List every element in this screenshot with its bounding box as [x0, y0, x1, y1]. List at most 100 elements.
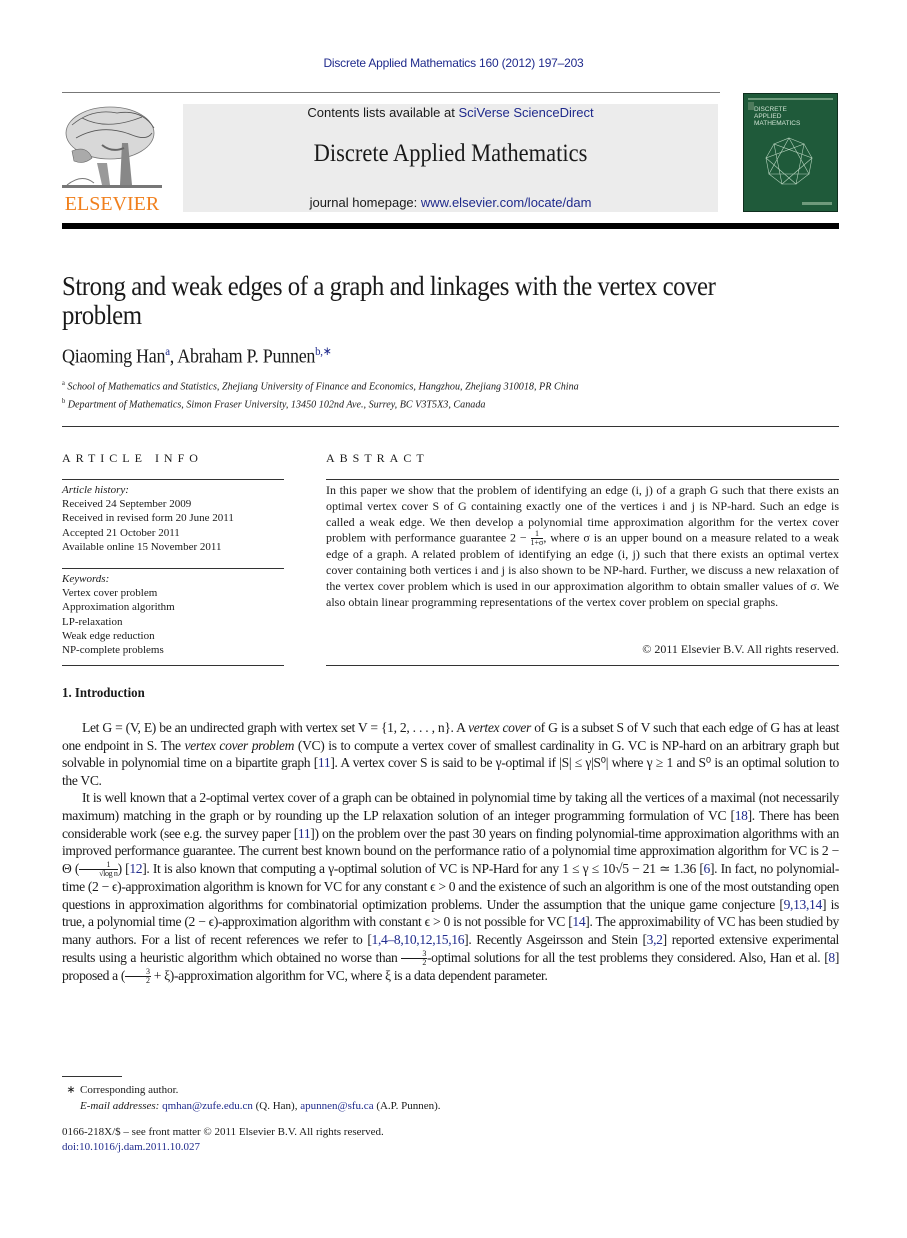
citation-link[interactable]: 3,2	[647, 932, 663, 947]
abstract-bottom-rule	[326, 665, 839, 666]
history-item: Accepted 21 October 2011	[62, 526, 180, 539]
text-run: ]. It is also known that computing a γ-o…	[142, 860, 704, 876]
journal-cover-thumbnail[interactable]: DISCRETE APPLIED MATHEMATICS	[743, 93, 838, 212]
author-list: Qiaoming Hana, Abraham P. Punnenb,∗	[62, 344, 332, 369]
email-link[interactable]: apunnen@sfu.ca	[300, 1100, 373, 1112]
running-head[interactable]: Discrete Applied Mathematics 160 (2012) …	[0, 56, 907, 70]
article-info-bottom-rule	[62, 665, 284, 666]
citation-link[interactable]: 14	[572, 914, 585, 929]
elsevier-tree-icon	[62, 106, 162, 188]
fraction-denominator: √log n	[99, 869, 118, 879]
history-item: Available online 15 November 2011	[62, 540, 222, 553]
three-halves-fraction: 32	[401, 949, 427, 967]
article-info-heading: ARTICLE INFO	[62, 451, 203, 465]
email-link[interactable]: qmhan@zufe.edu.cn	[162, 1100, 253, 1112]
elsevier-wordmark: ELSEVIER	[64, 193, 160, 215]
history-item: Received in revised form 20 June 2011	[62, 512, 234, 525]
keyword-item: Approximation algorithm	[62, 601, 175, 614]
citation-link[interactable]: 11	[318, 755, 331, 770]
keywords: Keywords: Vertex cover problem Approxima…	[62, 572, 284, 657]
footnote-rule	[62, 1076, 122, 1077]
asterisk-marker: ∗	[66, 1084, 76, 1096]
text-run: It is well known that a 2-optimal vertex…	[62, 790, 839, 823]
corresponding-text: Corresponding author.	[80, 1084, 179, 1096]
header-thick-rule	[62, 223, 839, 229]
article-info-rule	[62, 479, 284, 480]
fraction-denominator: 1+σ	[530, 538, 544, 548]
article-title: Strong and weak edges of a graph and lin…	[62, 271, 716, 330]
keyword-item: Vertex cover problem	[62, 587, 158, 600]
doi-link[interactable]: doi:10.1016/j.dam.2011.10.027	[62, 1140, 384, 1155]
cover-header-line	[748, 98, 833, 100]
journal-title: Discrete Applied Mathematics	[313, 140, 588, 167]
abstract-heading: ABSTRACT	[326, 451, 429, 465]
abstract-text: In this paper we show that the problem o…	[326, 483, 839, 611]
keyword-item: NP-complete problems	[62, 644, 164, 657]
corresponding-author-note: ∗ Corresponding author.	[62, 1082, 441, 1098]
footnotes: ∗ Corresponding author. E-mail addresses:…	[62, 1082, 441, 1114]
cover-footer-logo	[802, 202, 832, 205]
email-owner: (A.P. Punnen).	[373, 1100, 441, 1112]
author-name[interactable]: Abraham P. Punnen	[177, 346, 315, 368]
citation-link[interactable]: 9,13,14	[784, 897, 823, 912]
keywords-label: Keywords:	[62, 573, 110, 585]
introduction-body: Let G = (V, E) be an undirected graph wi…	[62, 719, 839, 985]
fraction-denominator: 2	[146, 976, 150, 986]
text-run: + ξ)-approximation algorithm for VC, whe…	[150, 967, 548, 983]
paragraph: It is well known that a 2-optimal vertex…	[62, 789, 839, 985]
page-footer: 0166-218X/$ – see front matter © 2011 El…	[62, 1125, 384, 1155]
abstract-fraction: 1 1+σ	[530, 530, 544, 548]
email-note: E-mail addresses: qmhan@zufe.edu.cn (Q. …	[62, 1098, 441, 1114]
article-history-label: Article history:	[62, 484, 129, 496]
emphasis: vertex cover	[468, 720, 531, 735]
cover-graph-icon	[765, 137, 813, 185]
affiliation-marker: a	[62, 379, 65, 387]
contents-prefix: Contents lists available at	[307, 105, 459, 120]
journal-banner: Contents lists available at SciVerse Sci…	[183, 104, 718, 212]
abstract-copyright: © 2011 Elsevier B.V. All rights reserved…	[642, 642, 839, 656]
author-separator: ,	[169, 345, 178, 368]
keyword-item: LP-relaxation	[62, 615, 123, 628]
section-heading-introduction: 1. Introduction	[62, 686, 145, 701]
affiliation-text: Department of Mathematics, Simon Fraser …	[67, 398, 486, 411]
issn-line: 0166-218X/$ – see front matter © 2011 El…	[62, 1126, 384, 1138]
contents-line: Contents lists available at SciVerse Sci…	[183, 105, 718, 120]
email-owner: (Q. Han),	[252, 1100, 301, 1112]
affiliation-text: School of Mathematics and Statistics, Zh…	[67, 380, 579, 393]
citation-link[interactable]: 18	[735, 808, 748, 823]
citation-link[interactable]: 11	[298, 826, 311, 841]
history-item: Received 24 September 2009	[62, 498, 192, 511]
citation-link[interactable]: 12	[129, 861, 142, 876]
elsevier-logo[interactable]: ELSEVIER	[62, 103, 162, 215]
affiliation: b Department of Mathematics, Simon Frase…	[62, 397, 485, 411]
fraction-denominator: 2	[422, 957, 426, 967]
author-affiliation-marker[interactable]: b,∗	[315, 344, 332, 358]
keywords-rule	[62, 568, 284, 569]
homepage-link[interactable]: www.elsevier.com/locate/dam	[421, 195, 592, 210]
homepage-prefix: journal homepage:	[309, 195, 421, 210]
keyword-item: Weak edge reduction	[62, 629, 155, 642]
article-history: Article history: Received 24 September 2…	[62, 483, 284, 554]
affiliation: a School of Mathematics and Statistics, …	[62, 379, 579, 393]
paragraph: Let G = (V, E) be an undirected graph wi…	[62, 719, 839, 789]
cover-title-line: MATHEMATICS	[754, 120, 801, 127]
sciencedirect-link[interactable]: SciVerse ScienceDirect	[458, 105, 593, 120]
text-run: Let G = (V, E) be an undirected graph wi…	[82, 720, 469, 735]
emphasis: vertex cover problem	[184, 737, 295, 753]
section-rule	[62, 426, 839, 427]
theta-fraction: 1 √log n	[79, 861, 118, 878]
text-run: ]. Recently Asgeirsson and Stein [	[464, 931, 647, 947]
header-top-rule	[62, 92, 720, 93]
citation-link[interactable]: 1,4–8,10,12,15,16	[372, 932, 465, 947]
affiliation-marker: b	[62, 397, 66, 405]
email-label: E-mail addresses:	[80, 1100, 163, 1112]
cover-title: DISCRETE APPLIED MATHEMATICS	[754, 106, 800, 127]
text-run: ) [	[117, 860, 130, 876]
homepage-line: journal homepage: www.elsevier.com/locat…	[183, 195, 718, 210]
abstract-rule	[326, 479, 839, 480]
cover-title-line: DISCRETE	[754, 106, 787, 113]
three-halves-fraction: 32	[125, 968, 151, 985]
cover-title-line: APPLIED	[754, 113, 782, 120]
author-name[interactable]: Qiaoming Han	[62, 346, 166, 368]
text-run: -optimal solutions for all the test prob…	[426, 949, 829, 965]
